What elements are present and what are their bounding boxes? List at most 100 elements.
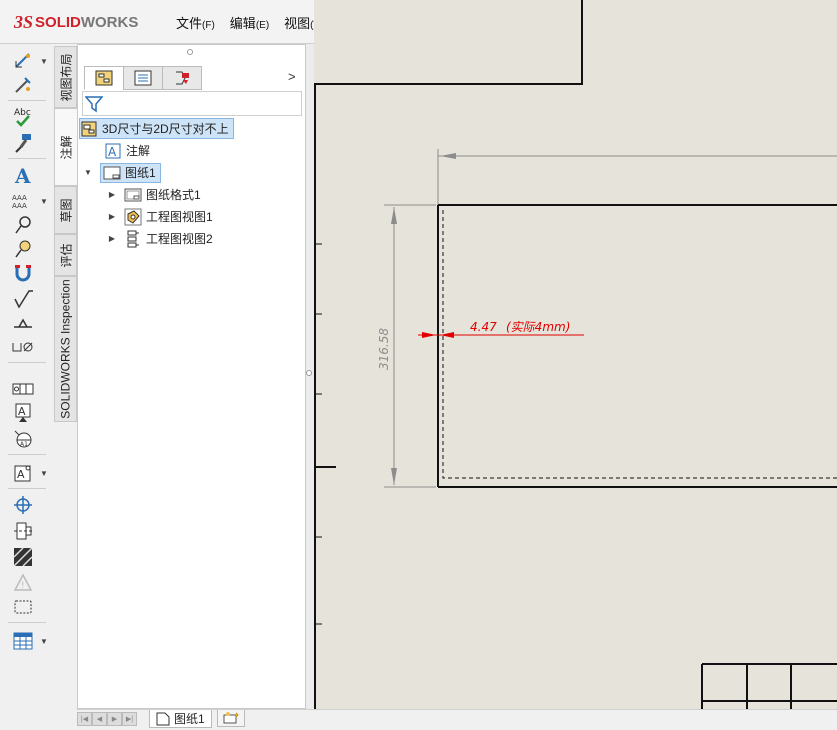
center-mark-button[interactable] [12,494,34,516]
menu-edit-key: (E) [255,20,270,31]
revision-cloud-button[interactable] [12,596,34,618]
projected-view-icon [124,230,142,248]
center-mark-icon [14,496,32,514]
geometric-tolerance-button[interactable] [12,378,34,400]
tree-item-drawing-view-1[interactable]: ▶ 工程图视图1 [106,206,213,227]
expand-right-icon[interactable]: ▶ [106,190,118,199]
expand-right-icon[interactable]: ▶ [106,234,118,243]
annotation-toolbar: ▼ Abc A AAA AAA ▼ A A1 A ▼ ! ▼ [0,44,54,730]
tab-evaluate[interactable]: 评估 [54,234,77,276]
smart-dimension-button[interactable]: ▼ [12,50,48,72]
tab-solidworks-inspection[interactable]: SOLIDWORKS Inspection [54,276,77,422]
format-painter-button[interactable] [12,132,34,154]
splitter-grip-icon[interactable] [306,370,312,376]
feature-filter-input[interactable] [82,91,302,116]
expand-right-icon[interactable]: ▶ [106,212,118,221]
datum-feature-button[interactable]: A [12,402,34,424]
svg-text:A1: A1 [20,441,28,448]
tab-view-layout[interactable]: 视图布局 [54,46,77,108]
blocks-button[interactable]: A ▼ [12,462,48,484]
chevron-down-icon[interactable]: ▼ [40,637,48,646]
tab-sketch[interactable]: 草图 [54,186,77,234]
menu-view-label: 视图 [284,16,311,31]
panel-splitter[interactable] [306,44,314,709]
linear-note-pattern-button[interactable]: AAA AAA ▼ [12,190,48,212]
prev-sheet-button[interactable]: ◀ [92,712,107,726]
tab-property-manager[interactable] [123,66,163,90]
tab-config-manager[interactable] [162,66,202,90]
chevron-right-icon[interactable]: > [288,69,296,84]
tab-label: 注解 [59,134,74,160]
chevron-down-icon[interactable]: ▼ [40,469,48,478]
spell-checker-button[interactable]: Abc [12,106,34,128]
centerline-button[interactable] [12,520,34,542]
surface-finish-button[interactable] [12,288,34,310]
magnet-icon [15,265,31,282]
toolbar-separator [8,158,46,159]
drawing-canvas[interactable]: 316.58 4.47 (实际4mm) [314,0,837,709]
model-items-button[interactable] [12,74,34,96]
toolbar-separator [8,454,46,455]
last-sheet-button[interactable]: ▶| [122,712,137,726]
toolbar-separator [8,362,46,363]
area-hatch-button[interactable] [12,546,34,568]
geometric-tolerance-icon [12,383,34,395]
brand-name: SOLIDWORKS [35,14,138,31]
tables-button[interactable]: ▼ [12,630,48,652]
chevron-down-icon[interactable]: ▼ [40,197,48,206]
centerline-icon [14,522,32,540]
hole-callout-button[interactable] [12,336,34,358]
first-sheet-button[interactable]: |◀ [77,712,92,726]
tree-item-annotations[interactable]: A 注解 [104,140,150,161]
note-value[interactable]: 4.47 [470,320,497,334]
sheet-tab-active[interactable]: 图纸1 [149,710,212,728]
tree-root-drawing[interactable]: 3D尺寸与2D尺寸对不上 [79,118,234,139]
command-manager-tabs: 视图布局 注解 草图 评估 SOLIDWORKS Inspection [54,44,77,424]
weld-symbol-button[interactable] [12,312,34,334]
tab-label: 视图布局 [59,52,74,102]
panel-grip-handle[interactable] [187,49,193,55]
drawing-view-icon [124,208,142,226]
expand-down-icon[interactable]: ▼ [82,168,94,177]
smart-dimension-icon [15,53,30,68]
menu-file[interactable]: 文件(F) [176,13,215,32]
solidworks-logo[interactable]: 3S SOLIDWORKS [14,10,138,34]
next-sheet-button[interactable]: ▶ [107,712,122,726]
model-items-icon [15,77,31,93]
feature-tree-icon [95,70,113,86]
tree-item-sheet[interactable]: ▼ 图纸1 [82,162,161,183]
brand-name-b: WORKS [80,13,139,31]
svg-text:A: A [14,165,31,185]
title-block [701,663,837,709]
dimension-arrow-up [391,207,397,224]
chevron-down-icon[interactable]: ▼ [40,57,48,66]
sheet-format-icon [124,186,142,204]
sheet-navigation: |◀ ◀ ▶ ▶| [77,712,137,726]
svg-text:A: A [18,405,26,418]
note-button[interactable]: A [12,164,34,186]
magnetic-line-button[interactable] [12,262,34,284]
add-sheet-icon [223,712,239,724]
svg-text:AAA: AAA [12,194,27,202]
auto-balloon-button[interactable] [12,238,34,260]
datum-target-button[interactable]: A1 [12,428,34,450]
tab-feature-manager[interactable] [84,66,124,90]
ds-logo-mark: 3S [14,11,34,32]
tree-item-drawing-view-2[interactable]: ▶ 工程图视图2 [106,228,213,249]
note-pattern-icon: AAAAAA [12,194,27,209]
zone-ticks [315,243,322,625]
menu-edit[interactable]: 编辑(E) [230,13,269,32]
drawing-sheet: 316.58 4.47 (实际4mm) [314,0,837,709]
menu-file-key: (F) [202,20,215,31]
tree-item-label: 工程图视图2 [146,232,213,246]
note-text[interactable]: (实际4mm) [506,320,570,334]
add-sheet-button[interactable] [217,710,245,727]
sheet-border-top [314,0,583,85]
tab-annotation[interactable]: 注解 [54,108,77,186]
config-icon [176,71,189,85]
note-arrow-left [422,332,436,338]
balloon-button[interactable] [12,214,34,236]
revision-symbol-button: ! [12,572,34,594]
vertical-dimension-text[interactable]: 316.58 [377,328,391,370]
tree-item-sheet-format[interactable]: ▶ 图纸格式1 [106,184,201,205]
